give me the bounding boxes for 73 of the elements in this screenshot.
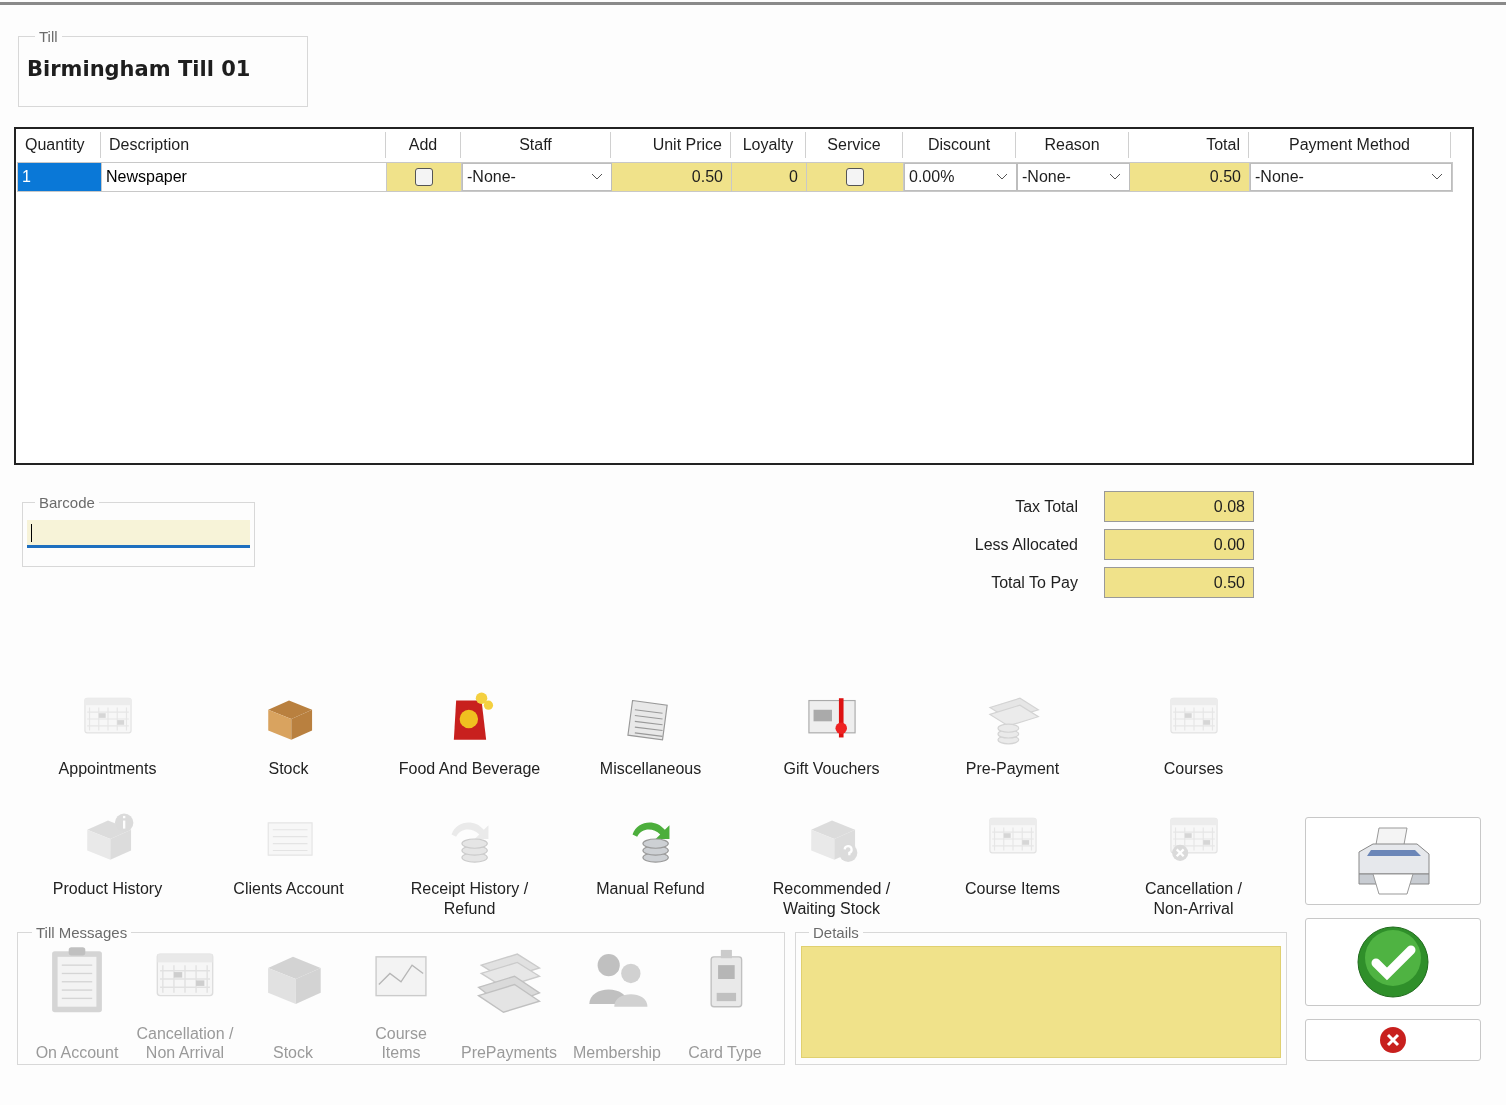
grid-cell: 0 xyxy=(732,163,807,191)
total-value: 0.50 xyxy=(1104,567,1254,598)
group-label: Till Messages xyxy=(35,925,129,940)
dropdown-caret-icon[interactable] xyxy=(1431,173,1443,181)
message-label: Course Items xyxy=(375,1024,427,1062)
tile-label: Cancellation / Non-Arrival xyxy=(1145,879,1242,919)
till-name: Birmingham Till 01 xyxy=(27,56,252,83)
total-label: Less Allocated xyxy=(973,534,1079,555)
combo-box[interactable]: 0.00% xyxy=(904,163,1017,191)
tile-label: Clients Account xyxy=(233,879,344,899)
total-value: 0.08 xyxy=(1104,491,1254,522)
function-tile[interactable]: Gift Vouchers xyxy=(741,681,922,801)
cancel-button[interactable] xyxy=(1305,1019,1481,1061)
print-button[interactable] xyxy=(1305,817,1481,905)
message-label: Membership xyxy=(573,1043,661,1062)
message-label: PrePayments xyxy=(460,1043,557,1062)
combo-value: -None- xyxy=(467,167,516,187)
combo-box[interactable]: -None- xyxy=(1250,163,1452,191)
message-label: On Account xyxy=(35,1043,119,1062)
tile-label: Receipt History / Refund xyxy=(410,879,529,919)
tile-label: Gift Vouchers xyxy=(783,759,880,779)
column-header[interactable]: Quantity xyxy=(17,132,101,158)
dropdown-caret-icon[interactable] xyxy=(996,173,1008,181)
tile-label: Pre-Payment xyxy=(965,759,1060,779)
function-tile[interactable]: Manual Refund xyxy=(560,801,741,921)
message-label: Card Type xyxy=(688,1043,762,1062)
total-value: 0.00 xyxy=(1104,529,1254,560)
combo-value: -None- xyxy=(1255,167,1304,187)
combo-box[interactable]: -None- xyxy=(462,163,612,191)
column-header[interactable]: Payment Method xyxy=(1249,132,1451,158)
tile-label: Miscellaneous xyxy=(599,759,702,779)
dropdown-caret-icon[interactable] xyxy=(591,173,603,181)
column-header[interactable]: Loyalty xyxy=(731,132,806,158)
column-header[interactable]: Total xyxy=(1129,132,1249,158)
tile-label: Manual Refund xyxy=(596,879,705,899)
close-icon xyxy=(1379,1026,1407,1054)
column-header[interactable]: Discount xyxy=(903,132,1016,158)
function-tile[interactable]: Miscellaneous xyxy=(560,681,741,801)
grid-cell: 0.50 xyxy=(612,163,732,191)
group-label: Details xyxy=(812,925,860,940)
grid-cell: 0.50 xyxy=(1130,163,1250,191)
group-label: Till xyxy=(38,29,59,44)
group-label: Barcode xyxy=(38,495,96,510)
column-header[interactable]: Add xyxy=(386,132,461,158)
combo-box[interactable]: -None- xyxy=(1017,163,1130,191)
column-header[interactable]: Staff xyxy=(461,132,611,158)
column-header[interactable]: Unit Price xyxy=(611,132,731,158)
tile-label: Appointments xyxy=(58,759,157,779)
message-label: Stock xyxy=(273,1043,313,1062)
tile-label: Stock xyxy=(268,759,309,779)
column-header[interactable]: Service xyxy=(806,132,903,158)
grid-cell: 1 xyxy=(18,163,102,191)
message-label: Cancellation / Non Arrival xyxy=(136,1024,234,1062)
checkbox[interactable] xyxy=(415,168,433,186)
confirm-button[interactable] xyxy=(1305,918,1481,1006)
dropdown-caret-icon[interactable] xyxy=(1109,173,1121,181)
tile-label: Food And Beverage xyxy=(398,759,541,779)
barcode-field[interactable] xyxy=(27,520,250,548)
combo-value: 0.00% xyxy=(909,167,955,187)
function-tile[interactable]: Stock xyxy=(198,681,379,801)
tile-label: Recommended / Waiting Stock xyxy=(772,879,891,919)
total-label: Tax Total xyxy=(1014,496,1079,517)
column-header[interactable]: Reason xyxy=(1016,132,1129,158)
column-header[interactable]: Description xyxy=(101,132,386,158)
text-cursor xyxy=(31,523,32,542)
checkbox[interactable] xyxy=(846,168,864,186)
combo-value: -None- xyxy=(1022,167,1071,187)
tile-label: Product History xyxy=(52,879,163,899)
function-tile[interactable]: Food And Beverage xyxy=(379,681,560,801)
checkmark-icon xyxy=(1356,925,1430,999)
tile-label: Courses xyxy=(1163,759,1224,779)
total-label: Total To Pay xyxy=(990,572,1079,593)
tile-label: Course Items xyxy=(964,879,1061,899)
